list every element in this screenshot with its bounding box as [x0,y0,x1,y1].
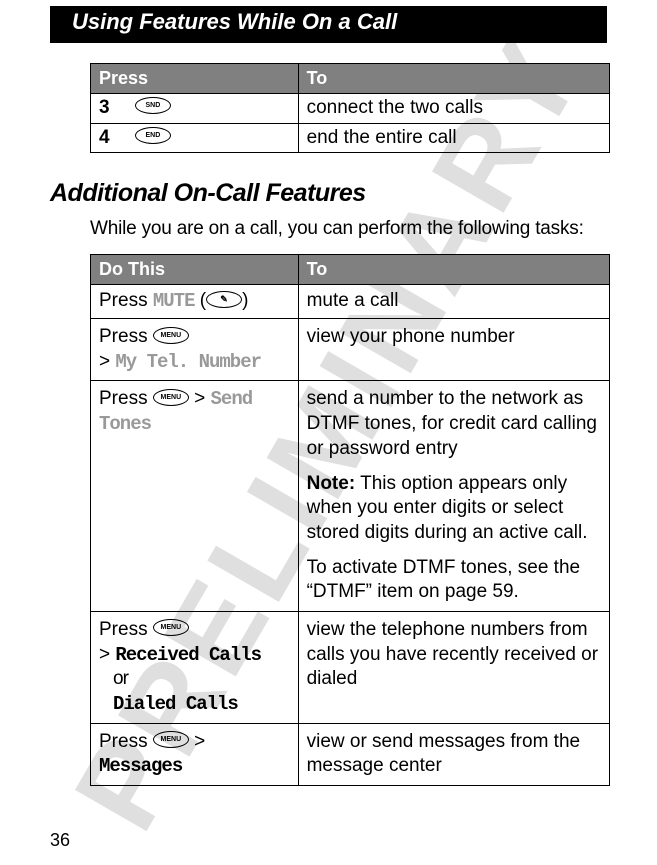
table-row: Press MENU > Messages view or send messa… [91,723,610,785]
row-desc: connect the two calls [298,94,609,124]
press-label: Press [99,619,153,640]
menu-mute: MUTE [153,290,195,312]
row-desc: view the telephone numbers from calls yo… [298,611,609,723]
table-row: 3 SND connect the two calls [91,94,610,124]
press-label: Press [99,388,153,409]
step-number: 4 [99,127,110,148]
menu-dialed: Dialed Calls [113,693,238,715]
chapter-title: Using Features While On a Call [50,6,607,43]
paren-open: ( [194,290,206,311]
table1-header-press: Press [91,64,299,94]
menu-key-icon: MENU [153,619,189,636]
menu-key-icon: MENU [153,731,189,748]
mute-key-icon: ✎ [206,291,242,308]
note-label: Note: [307,473,356,494]
menu-key-icon: MENU [153,327,189,344]
row-desc: mute a call [298,285,609,319]
row-desc1: send a number to the network as DTMF ton… [307,388,597,458]
table-row: 4 END end the entire call [91,123,610,153]
table-row: Press MENU > Received Calls or Dialed Ca… [91,611,610,723]
press-label: Press [99,290,153,311]
press-label: Press [99,326,153,347]
snd-key-icon: SND [135,97,171,114]
gt-symbol: > [99,644,115,665]
page-number: 36 [50,830,70,851]
intro-paragraph: While you are on a call, you can perform… [90,218,607,240]
page-content: Using Features While On a Call Press To … [0,0,657,786]
row-desc: view your phone number [298,319,609,381]
table-row: Press MENU > My Tel. Number view your ph… [91,319,610,381]
gt-symbol: > [189,731,205,752]
menu-mytel: My Tel. Number [115,351,261,373]
press-to-table: Press To 3 SND connect the two calls 4 E… [90,63,610,153]
end-key-icon: END [135,127,171,144]
table1-header-to: To [298,64,609,94]
table-row: Press MUTE (✎) mute a call [91,285,610,319]
section-title: Additional On-Call Features [50,179,607,208]
row-desc: view or send messages from the message c… [298,723,609,785]
table-row: Press MENU > Send Tones send a number to… [91,381,610,612]
menu-key-icon: MENU [153,389,189,406]
step-number: 3 [99,97,110,118]
menu-messages: Messages [99,755,182,777]
table2-header-dothis: Do This [91,255,299,285]
gt-symbol: > [189,388,211,409]
press-label: Press [99,731,153,752]
paren-close: ) [242,290,248,311]
row-desc2: To activate DTMF tones, see the “DTMF” i… [307,557,581,603]
table2-header-to: To [298,255,609,285]
or-text: or [113,668,128,689]
gt-symbol: > [99,351,115,372]
row-desc: end the entire call [298,123,609,153]
menu-received: Received Calls [115,644,261,666]
do-this-table: Do This To Press MUTE (✎) mute a call Pr… [90,254,610,786]
